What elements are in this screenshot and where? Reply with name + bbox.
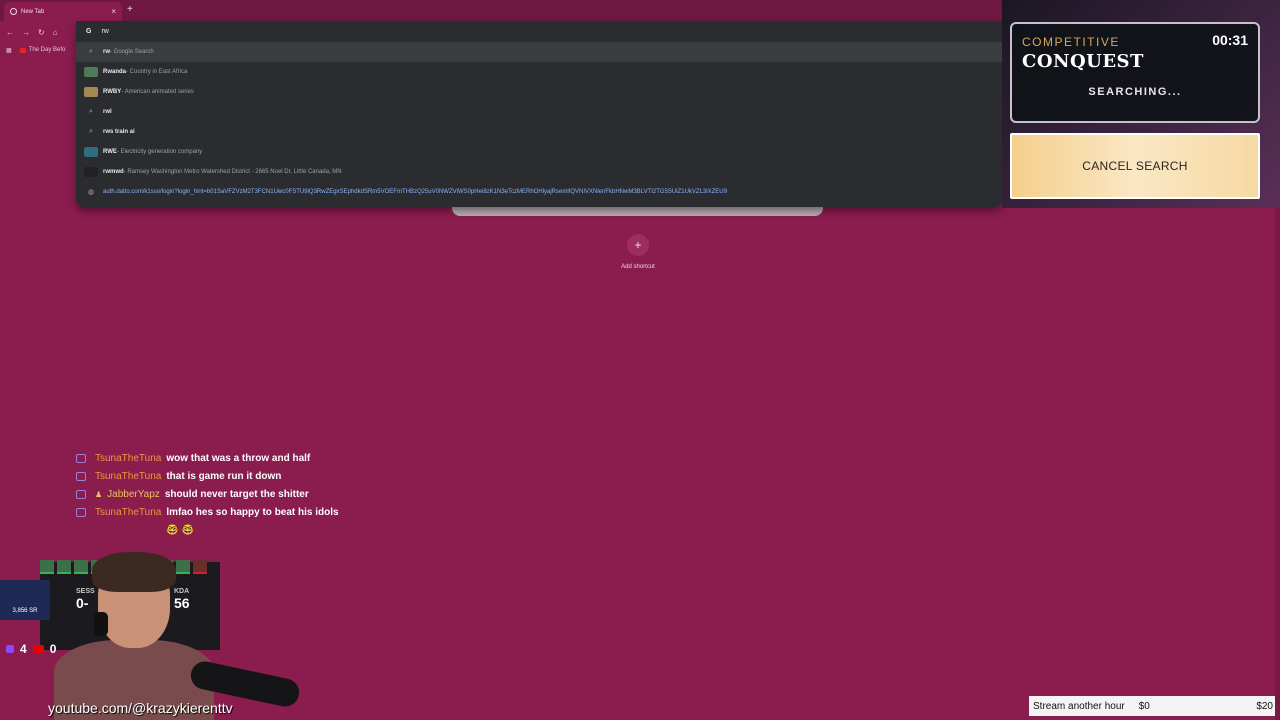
suggestion-text: rw bbox=[103, 49, 111, 55]
youtube-viewers: 0 bbox=[49, 642, 57, 656]
stream-chat: TsunaTheTuna wow that was a throw and hal… bbox=[74, 450, 344, 540]
headset-icon bbox=[94, 612, 108, 636]
suggestion-row[interactable]: Rwanda - Country in East Africa bbox=[76, 62, 1002, 82]
suggestion-text: Rwanda bbox=[103, 69, 127, 75]
chrome-icon bbox=[10, 8, 17, 15]
suggestion-row[interactable]: ⌕ rws train ai bbox=[76, 122, 1002, 142]
chat-text: should never target the shitter bbox=[164, 489, 309, 500]
chat-text: wow that was a throw and half bbox=[166, 453, 311, 464]
suggestion-description: - American animated series bbox=[121, 89, 194, 95]
omnibox-dropdown: G rw ⌕ rw - Google Search Rwanda - Country… bbox=[76, 21, 1002, 207]
scrollbar[interactable] bbox=[1275, 208, 1280, 720]
suggestion-list: ⌕ rw - Google Search Rwanda - Country in E… bbox=[76, 42, 1002, 202]
queue-status: SEARCHING... bbox=[1088, 86, 1182, 98]
omnibox-input[interactable]: G rw bbox=[76, 21, 1002, 42]
twitch-viewers: 4 bbox=[20, 642, 27, 656]
twitch-chat-icon bbox=[76, 490, 86, 499]
suggestion-row[interactable]: ⌕ rwl bbox=[76, 102, 1002, 122]
plus-icon: + bbox=[627, 234, 649, 256]
viewer-counts: 4 0 bbox=[6, 642, 56, 656]
game-queue-panel: COMPETITIVE CONQUEST 00:31 SEARCHING... … bbox=[1002, 0, 1280, 208]
mode-type: COMPETITIVE bbox=[1022, 35, 1120, 49]
mode-name: CONQUEST bbox=[1022, 51, 1144, 72]
suggestion-text: RWBY bbox=[103, 89, 122, 95]
tab-new-tab[interactable]: New Tab × bbox=[4, 2, 122, 21]
suggestion-row[interactable]: RWBY - American animated series bbox=[76, 82, 1002, 102]
tab-title: New Tab bbox=[21, 8, 45, 15]
close-tab-icon[interactable]: × bbox=[111, 7, 116, 16]
webcam-overlay: 3,856 SR SESS 0- KDA 56 bbox=[0, 552, 302, 720]
rank-badge: 3,856 SR bbox=[0, 580, 50, 620]
browser-tabstrip: New Tab × + bbox=[0, 0, 1002, 21]
suggestion-text: RWE bbox=[103, 149, 117, 155]
back-icon[interactable]: ← bbox=[6, 28, 14, 37]
entity-thumbnail-icon bbox=[84, 147, 98, 157]
google-icon: G bbox=[86, 28, 92, 35]
cancel-search-button[interactable]: CANCEL SEARCH bbox=[1010, 133, 1260, 199]
queue-timer: 00:31 bbox=[1212, 32, 1248, 48]
forward-icon[interactable]: → bbox=[22, 28, 30, 37]
suggestion-row[interactable]: ◍ auth.datto.com/k1sso/login?login_hint=b… bbox=[76, 182, 1002, 202]
suggestion-text: rws train ai bbox=[103, 129, 135, 135]
goal-label: Stream another hour bbox=[1033, 700, 1125, 712]
suggestion-description: - Ramsey Washington Metro Watershed Dist… bbox=[123, 169, 342, 175]
youtube-icon bbox=[19, 47, 26, 53]
suggestion-row[interactable]: RWE - Electricity generation company bbox=[76, 142, 1002, 162]
goal-target: $20 bbox=[1256, 700, 1273, 712]
suggestion-description: - Electricity generation company bbox=[116, 149, 203, 155]
suggestion-text: rwl bbox=[103, 109, 112, 115]
suggestion-url: auth.datto.com/k1sso/login?login_hint=b0… bbox=[103, 189, 727, 195]
suggestion-text: rwmwd bbox=[103, 169, 124, 175]
omnibox-query: rw bbox=[101, 28, 109, 35]
chat-username[interactable]: TsunaTheTuna bbox=[95, 450, 161, 468]
suggestion-description: - Google Search bbox=[110, 49, 154, 55]
bookmarks-bar: ▦ The Day Befo bbox=[0, 43, 80, 57]
entity-icon bbox=[84, 87, 98, 97]
home-icon[interactable]: ⌂ bbox=[53, 28, 58, 37]
search-icon: ⌕ bbox=[89, 108, 93, 115]
bookmark-item[interactable]: The Day Befo bbox=[19, 47, 66, 53]
suggestion-row[interactable]: rwmwd - Ramsey Washington Metro Watershe… bbox=[76, 162, 1002, 182]
chat-text: that is game run it down bbox=[166, 471, 282, 482]
entity-thumbnail-icon bbox=[84, 167, 98, 177]
channel-handle: youtube.com/@krazykierenttv bbox=[48, 700, 233, 716]
twitch-chat-icon bbox=[76, 472, 86, 481]
reload-icon[interactable]: ↻ bbox=[38, 28, 45, 37]
chat-message: TsunaTheTuna lmfao hes so happy to beat h… bbox=[74, 504, 344, 540]
chat-text: lmfao hes so happy to beat his idols 🤓 🤓 bbox=[166, 507, 339, 536]
new-tab-button[interactable]: + bbox=[127, 4, 133, 15]
twitch-chat-icon bbox=[76, 454, 86, 463]
twitch-icon bbox=[6, 645, 14, 653]
suggestion-row[interactable]: ⌕ rw - Google Search bbox=[76, 42, 1002, 62]
chat-username[interactable]: TsunaTheTuna bbox=[95, 468, 161, 486]
entity-icon bbox=[84, 167, 98, 177]
suggestion-description: - Country in East Africa bbox=[126, 69, 188, 75]
streamer-hair bbox=[92, 552, 176, 592]
chat-message: ♟ JabberYapz should never target the shitt… bbox=[74, 486, 344, 504]
donation-goal: Stream another hour $0 $20 bbox=[1029, 696, 1277, 716]
queue-status-box: COMPETITIVE CONQUEST 00:31 SEARCHING... bbox=[1010, 22, 1260, 123]
chat-badge-icon: ♟ bbox=[95, 490, 103, 499]
chat-username[interactable]: TsunaTheTuna bbox=[95, 504, 161, 540]
twitch-chat-icon bbox=[76, 508, 86, 517]
goal-current: $0 bbox=[1138, 700, 1150, 712]
entity-thumbnail-icon bbox=[84, 87, 98, 97]
chat-message: TsunaTheTuna wow that was a throw and hal… bbox=[74, 450, 344, 468]
bookmark-label: The Day Befo bbox=[28, 47, 66, 53]
entity-thumbnail-icon bbox=[84, 67, 98, 77]
browser-toolbar: ← → ↻ ⌂ bbox=[0, 21, 80, 43]
streamer-webcam bbox=[48, 552, 214, 720]
apps-grid-icon[interactable]: ▦ bbox=[6, 47, 12, 54]
globe-icon: ◍ bbox=[87, 189, 95, 196]
search-icon: ⌕ bbox=[89, 48, 93, 55]
add-shortcut-label: Add shortcut bbox=[621, 264, 655, 270]
entity-icon bbox=[84, 67, 98, 77]
chat-message: TsunaTheTuna that is game run it down bbox=[74, 468, 344, 486]
chat-username[interactable]: JabberYapz bbox=[107, 486, 160, 504]
add-shortcut-button[interactable]: + Add shortcut bbox=[620, 234, 656, 270]
search-icon: ⌕ bbox=[89, 128, 93, 135]
entity-icon bbox=[84, 147, 98, 157]
youtube-icon bbox=[32, 645, 44, 653]
